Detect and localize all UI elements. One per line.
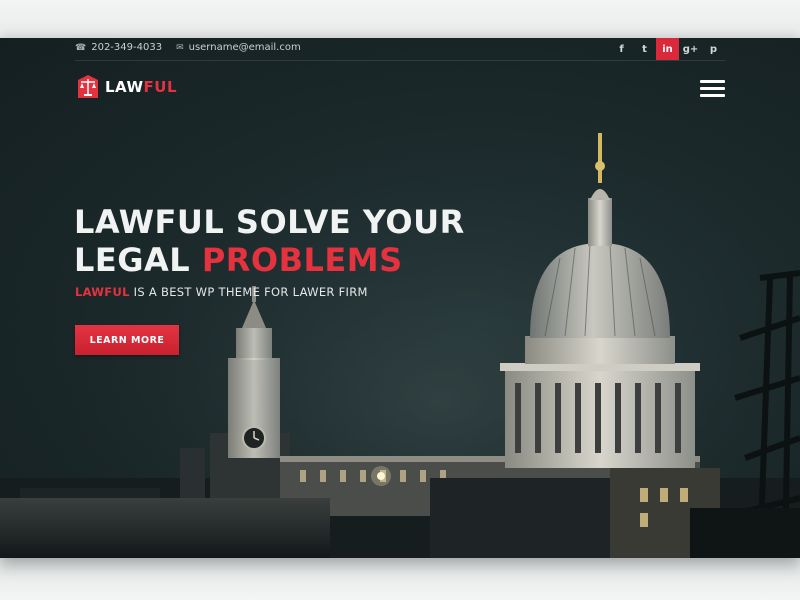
tagline-brand: LAWFUL (75, 285, 130, 299)
social-links: f t in g+ p (610, 38, 725, 60)
headline-line-2: LEGAL (74, 241, 202, 279)
google-plus-icon[interactable]: g+ (679, 38, 702, 60)
hamburger-menu-icon[interactable] (700, 80, 725, 98)
linkedin-icon[interactable]: in (656, 38, 679, 60)
pinterest-icon[interactable]: p (702, 38, 725, 60)
scales-of-justice-icon (78, 75, 98, 98)
site-logo[interactable]: LAWFUL (75, 74, 177, 100)
facebook-icon[interactable]: f (610, 38, 633, 60)
twitter-icon[interactable]: t (633, 38, 656, 60)
phone-icon: ☎ (75, 42, 87, 53)
learn-more-button[interactable]: LEARN MORE (75, 325, 179, 355)
tagline-text: IS A BEST WP THEME FOR LAWER FIRM (129, 285, 368, 299)
headline-line-1: LAWFUL SOLVE YOUR (74, 203, 465, 241)
email-address: username@email.com (188, 42, 301, 53)
email-contact[interactable]: ✉ username@email.com (176, 42, 301, 53)
logo-text: LAWFUL (105, 78, 178, 96)
envelope-icon: ✉ (176, 42, 184, 53)
hero-tagline: LAWFUL IS A BEST WP THEME FOR LAWER FIRM (75, 285, 368, 299)
contact-info: ☎ 202-349-4033 ✉ username@email.com (75, 42, 301, 53)
hero-section: ☎ 202-349-4033 ✉ username@email.com f t … (0, 38, 800, 558)
phone-contact[interactable]: ☎ 202-349-4033 (75, 42, 162, 53)
phone-number: 202-349-4033 (91, 42, 163, 53)
headline-highlight: PROBLEMS (201, 241, 403, 279)
hero-headline: LAWFUL SOLVE YOUR LEGAL PROBLEMS (74, 203, 465, 279)
top-bar: ☎ 202-349-4033 ✉ username@email.com f t … (75, 38, 725, 61)
